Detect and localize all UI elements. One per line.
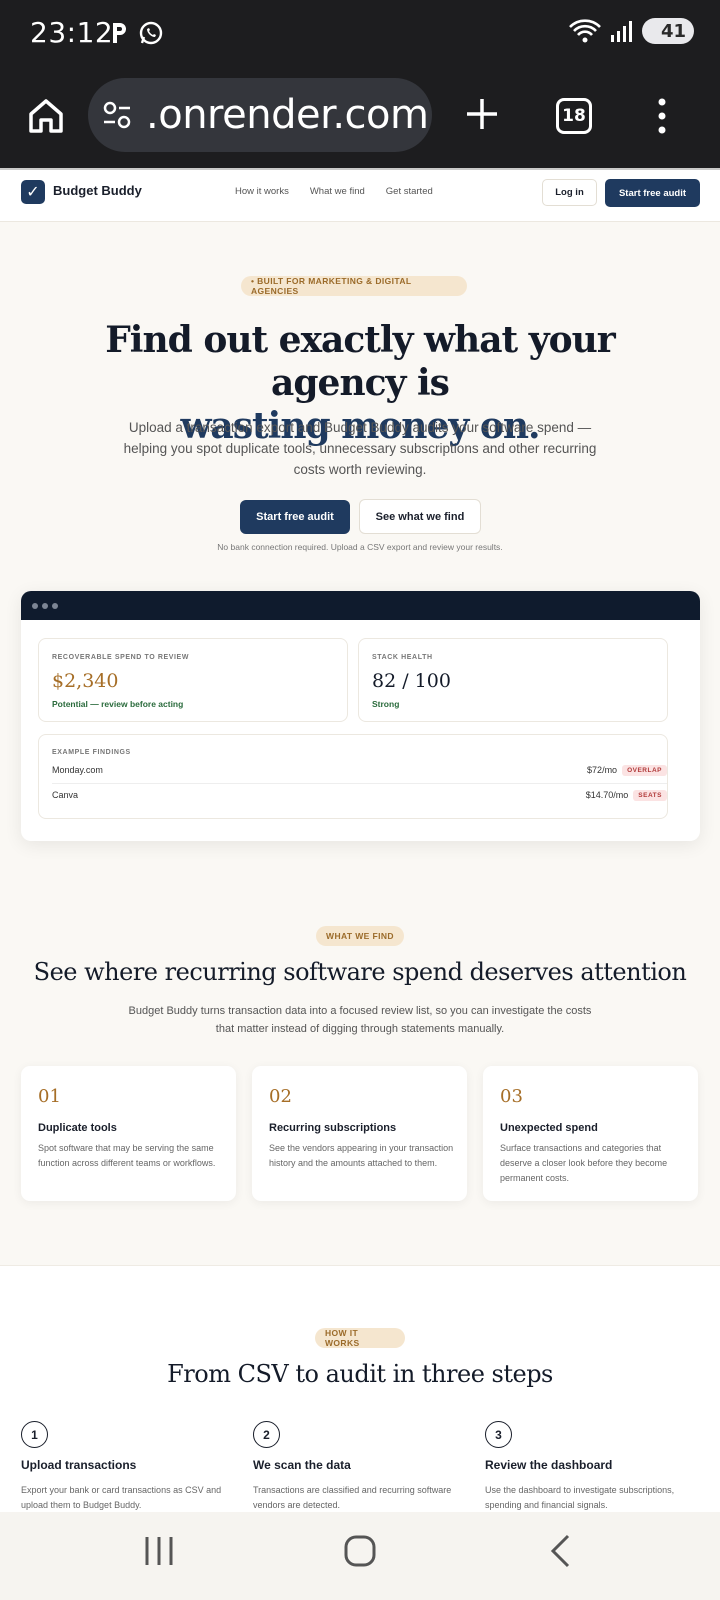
dashboard-preview: RECOVERABLE SPEND TO REVIEW $2,340 Poten… (21, 591, 700, 841)
home-button-icon[interactable] (343, 1534, 377, 1568)
step-text: Transactions are classified and recurrin… (253, 1485, 452, 1510)
browser-toolbar: .onrender.com 18 (0, 68, 720, 170)
window-dot-icon (52, 602, 58, 609)
finding-amount: $72/mo (587, 765, 618, 775)
feature-title: Recurring subscriptions (269, 1122, 397, 1134)
recoverable-card: RECOVERABLE SPEND TO REVIEW $2,340 Poten… (38, 638, 348, 722)
recoverable-label: RECOVERABLE SPEND TO REVIEW (52, 654, 190, 661)
brand-name[interactable]: Budget Buddy (53, 183, 142, 198)
hero-title-line1: Find out exactly what your agency is (105, 319, 616, 404)
site-settings-icon[interactable] (102, 100, 132, 130)
finding-row[interactable]: Monday.com $72/mo OVERLAP (52, 758, 667, 782)
notification-icons (110, 20, 164, 46)
feature-card-recurring-subscriptions: 02 Recurring subscriptions See the vendo… (252, 1066, 467, 1201)
whatsapp-icon (139, 21, 163, 45)
new-tab-icon[interactable] (462, 94, 502, 134)
nav-link-what-we-find[interactable]: What we find (310, 186, 365, 197)
health-card: STACK HEALTH 82 / 100 Strong (358, 638, 668, 722)
recents-icon[interactable] (144, 1534, 174, 1568)
feature-card-duplicate-tools: 01 Duplicate tools Spot software that ma… (21, 1066, 236, 1201)
more-menu-icon[interactable] (652, 96, 672, 136)
recoverable-note: Potential — review before acting (52, 699, 184, 709)
status-bar: 23:12 41 (0, 0, 720, 68)
what-we-find-badge: WHAT WE FIND (316, 926, 404, 946)
window-dot-icon (42, 602, 48, 609)
window-controls (21, 591, 700, 620)
step-number: 2 (253, 1421, 280, 1448)
nav-links: How it works What we find Get started (235, 186, 433, 197)
finding-vendor: Canva (52, 790, 79, 800)
overlap-tag: OVERLAP (622, 764, 667, 776)
address-bar[interactable]: .onrender.com (88, 78, 432, 152)
findings-label: EXAMPLE FINDINGS (52, 749, 131, 756)
finding-amount: $14.70/mo (585, 790, 629, 800)
step-title: Upload transactions (21, 1458, 137, 1472)
hero-start-audit-button[interactable]: Start free audit (240, 500, 350, 534)
step-title: Review the dashboard (485, 1458, 613, 1472)
find-section-title: See where recurring software spend deser… (33, 958, 687, 986)
findings-card: EXAMPLE FINDINGS Monday.com $72/mo OVERL… (38, 734, 668, 819)
home-icon[interactable] (26, 96, 66, 136)
nav-link-how-it-works[interactable]: How it works (235, 186, 289, 197)
health-value: 82 / 100 (372, 670, 451, 692)
health-label: STACK HEALTH (372, 654, 433, 661)
step-number: 1 (21, 1421, 48, 1448)
feature-text: Spot software that may be serving the sa… (38, 1143, 216, 1168)
feature-number: 02 (269, 1086, 292, 1107)
site-header: ✓ Budget Buddy How it works What we find… (0, 170, 720, 222)
hero-badge: • BUILT FOR MARKETING & DIGITAL AGENCIES (241, 276, 467, 296)
feature-number: 01 (38, 1086, 61, 1107)
how-section-title: From CSV to audit in three steps (167, 1360, 553, 1388)
seats-tag: SEATS (633, 789, 667, 801)
feature-title: Duplicate tools (38, 1122, 117, 1134)
status-time: 23:12 (30, 16, 114, 49)
battery-indicator: 41 (642, 18, 694, 44)
feature-text: See the vendors appearing in your transa… (269, 1143, 454, 1168)
system-icons: 41 (568, 18, 694, 44)
find-section-subtitle: Budget Buddy turns transaction data into… (128, 1005, 592, 1035)
finding-vendor: Monday.com (52, 765, 103, 775)
step-text: Export your bank or card transactions as… (21, 1485, 222, 1510)
step-text: Use the dashboard to investigate subscri… (485, 1485, 675, 1510)
step-title: We scan the data (253, 1458, 351, 1472)
nav-start-audit-button[interactable]: Start free audit (605, 179, 700, 207)
system-navigation-bar (0, 1512, 720, 1600)
window-dot-icon (32, 602, 38, 609)
step-number: 3 (485, 1421, 512, 1448)
checkmark-logo-icon[interactable]: ✓ (21, 180, 45, 204)
wifi-icon (569, 19, 601, 43)
recoverable-value: $2,340 (52, 670, 119, 692)
how-it-works-section (0, 1265, 720, 1515)
how-it-works-badge: HOW IT WORKS (315, 1328, 405, 1348)
see-what-we-find-button[interactable]: See what we find (359, 499, 481, 534)
feature-text: Surface transactions and categories that… (500, 1143, 668, 1183)
url-text: .onrender.com (146, 92, 429, 138)
health-note: Strong (372, 699, 400, 709)
back-icon[interactable] (548, 1534, 572, 1568)
finding-row[interactable]: Canva $14.70/mo SEATS (52, 783, 667, 807)
login-button[interactable]: Log in (542, 179, 597, 206)
tab-switcher-button[interactable]: 18 (556, 98, 592, 134)
signal-icon (611, 21, 632, 42)
nav-link-get-started[interactable]: Get started (386, 186, 433, 197)
hero-subtitle: Upload a transaction export and Budget B… (123, 420, 597, 477)
parking-app-icon (113, 23, 126, 43)
feature-card-unexpected-spend: 03 Unexpected spend Surface transactions… (483, 1066, 698, 1201)
feature-title: Unexpected spend (500, 1122, 598, 1134)
hero-note: No bank connection required. Upload a CS… (217, 542, 503, 552)
feature-number: 03 (500, 1086, 523, 1107)
